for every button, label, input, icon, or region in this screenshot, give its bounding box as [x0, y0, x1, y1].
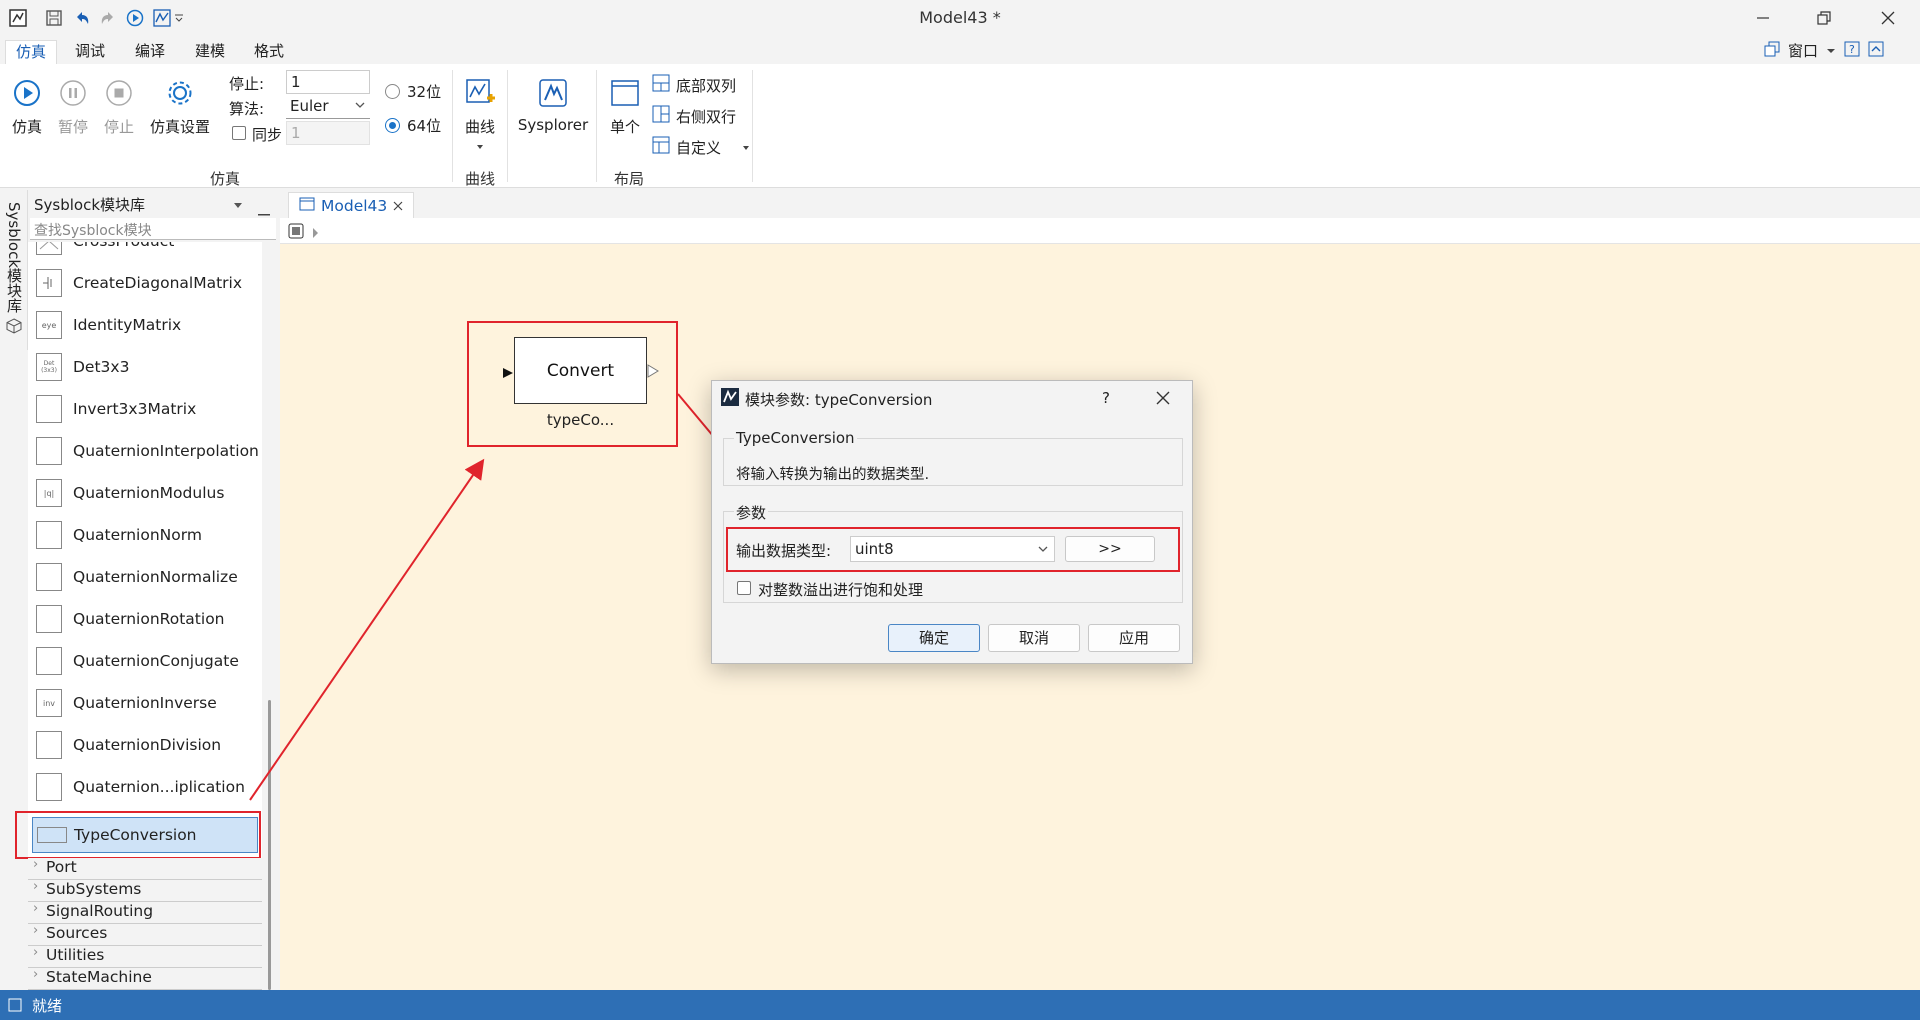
chevron-down-icon	[1037, 541, 1049, 559]
output-type-select[interactable]: uint8	[850, 536, 1055, 562]
more-options-button[interactable]: >>	[1065, 536, 1155, 562]
dialog-title: 模块参数: typeConversion	[745, 390, 933, 409]
annotation-arrow	[249, 458, 485, 801]
parameters-legend: 参数	[734, 502, 769, 523]
block-type-label: TypeConversion	[734, 429, 857, 447]
cancel-button[interactable]: 取消	[988, 624, 1080, 652]
apply-button[interactable]: 应用	[1088, 624, 1180, 652]
dialog-title-bar: 模块参数: typeConversion ?	[712, 381, 1192, 417]
close-dialog-button[interactable]	[1156, 391, 1170, 409]
status-bar: 就绪	[0, 990, 1920, 1020]
help-button[interactable]: ?	[1102, 389, 1110, 407]
block-parameters-dialog: 模块参数: typeConversion ? TypeConversion 将输…	[711, 380, 1193, 664]
saturate-checkbox[interactable]	[737, 581, 751, 595]
saturate-label: 对整数溢出进行饱和处理	[758, 581, 924, 599]
status-square-icon	[8, 998, 22, 1016]
ok-button[interactable]: 确定	[888, 624, 980, 652]
status-text: 就绪	[32, 997, 63, 1015]
app-logo-icon	[721, 388, 739, 410]
output-type-label: 输出数据类型:	[736, 542, 832, 560]
block-description: 将输入转换为输出的数据类型.	[736, 467, 930, 483]
output-type-value: uint8	[855, 540, 894, 558]
